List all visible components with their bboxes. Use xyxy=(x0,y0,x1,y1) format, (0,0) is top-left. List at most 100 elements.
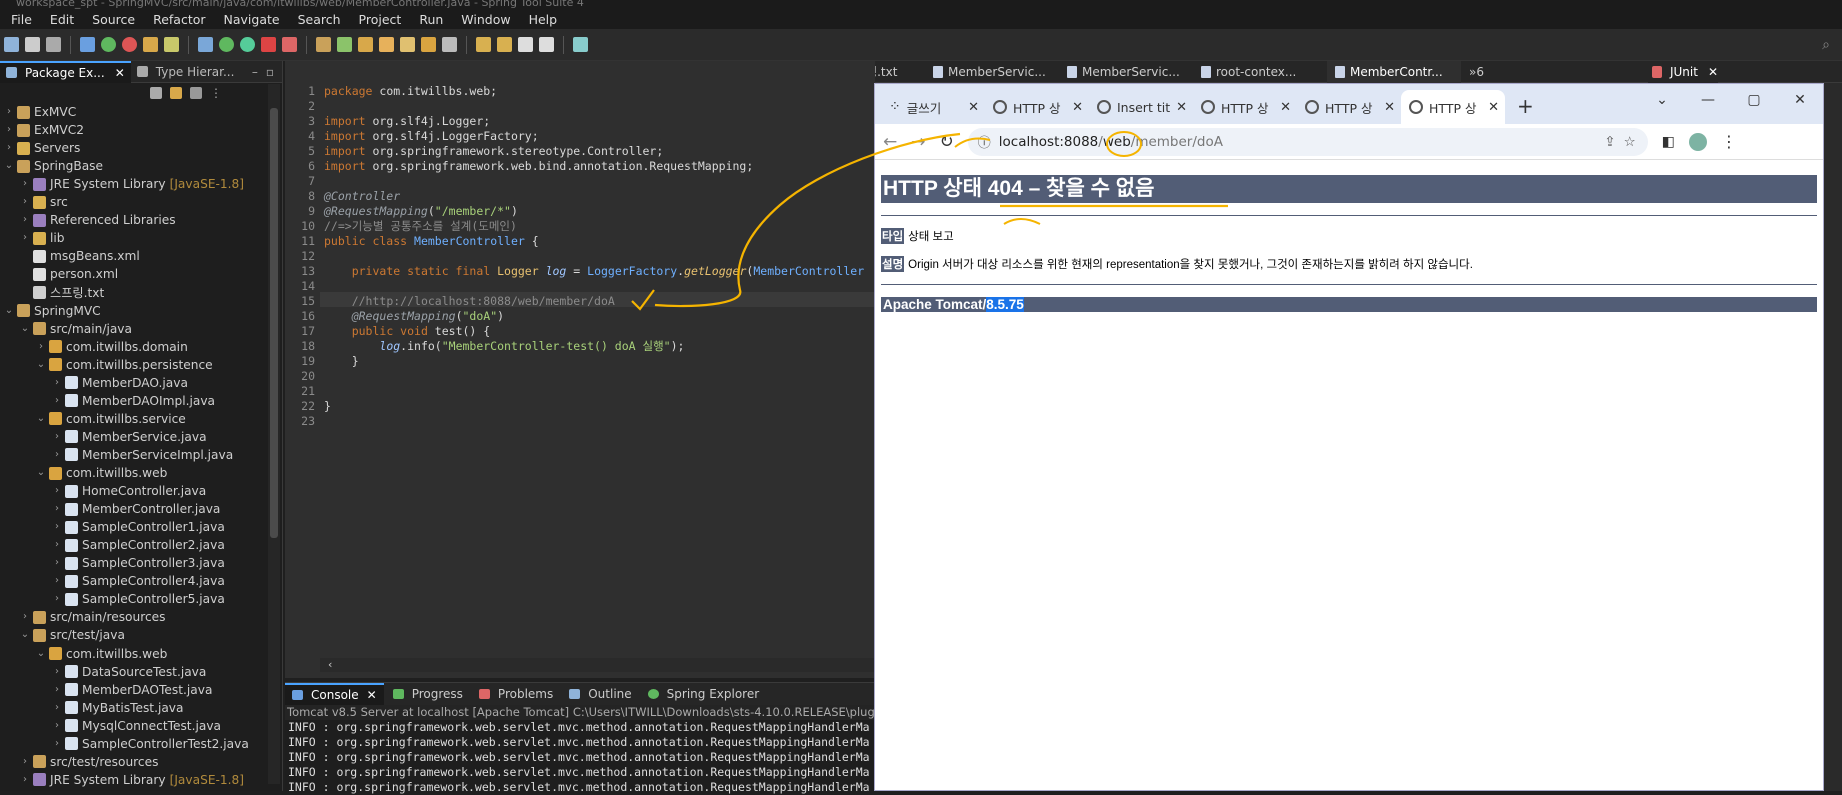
tab-search-icon[interactable]: ⌄ xyxy=(1639,92,1685,108)
expand-toggle-icon[interactable]: › xyxy=(20,211,30,229)
expand-toggle-icon[interactable]: ⌄ xyxy=(4,302,14,320)
expand-toggle-icon[interactable]: › xyxy=(52,374,62,392)
expand-toggle-icon[interactable]: › xyxy=(36,338,46,356)
view-menu-icon[interactable]: ⋮ xyxy=(210,86,222,100)
new-icon[interactable] xyxy=(4,37,19,52)
expand-toggle-icon[interactable]: › xyxy=(4,139,14,157)
expand-toggle-icon[interactable]: › xyxy=(20,753,30,771)
save-icon[interactable] xyxy=(25,37,40,52)
more-menu-icon[interactable]: ⋮ xyxy=(1721,132,1737,151)
browser-tab[interactable]: HTTP 상 ✕ xyxy=(1401,90,1505,124)
tree-item[interactable]: ⌄ com.itwillbs.web xyxy=(36,645,168,663)
tree-item[interactable]: ⌄ com.itwillbs.web xyxy=(36,464,168,482)
close-tab-icon[interactable]: ✕ xyxy=(1072,100,1083,115)
expand-toggle-icon[interactable]: › xyxy=(20,193,30,211)
close-tab-icon[interactable]: ✕ xyxy=(1280,100,1291,115)
terminal-icon[interactable] xyxy=(80,37,95,52)
open-folder-icon[interactable] xyxy=(358,37,373,52)
tab-outline[interactable]: Outline xyxy=(562,683,638,705)
expand-toggle-icon[interactable]: › xyxy=(20,229,30,247)
tab-junit[interactable]: JUnit ✕ xyxy=(1648,61,1718,83)
tree-item[interactable]: › MemberDAOImpl.java xyxy=(52,392,215,410)
menu-edit[interactable]: Edit xyxy=(41,12,83,27)
maximize-icon[interactable]: ▫ xyxy=(266,65,274,79)
menu-help[interactable]: Help xyxy=(520,12,567,27)
tree-item[interactable]: › ExMVC xyxy=(4,103,76,121)
expand-toggle-icon[interactable]: › xyxy=(52,482,62,500)
expand-toggle-icon[interactable]: › xyxy=(52,699,62,717)
expand-toggle-icon[interactable]: ⌄ xyxy=(36,645,46,663)
menu-project[interactable]: Project xyxy=(350,12,411,27)
expand-toggle-icon[interactable]: › xyxy=(52,500,62,518)
expand-toggle-icon[interactable]: › xyxy=(52,392,62,410)
expand-toggle-icon[interactable]: ⌄ xyxy=(20,320,30,338)
reload-icon[interactable]: ↻ xyxy=(940,132,954,152)
editor-tab[interactable]: MemberServic... xyxy=(1059,61,1193,83)
tab-problems[interactable]: Problems xyxy=(472,683,560,705)
tab-console[interactable]: Console ✕ xyxy=(285,683,384,705)
close-tab-icon[interactable]: ✕ xyxy=(1384,100,1395,115)
bookmark-star-icon[interactable]: ☆ xyxy=(1624,134,1636,150)
forward-icon[interactable] xyxy=(539,37,554,52)
expand-toggle-icon[interactable]: ⌄ xyxy=(4,157,14,175)
menu-source[interactable]: Source xyxy=(83,12,144,27)
expand-toggle-icon[interactable]: › xyxy=(52,572,62,590)
tree-item[interactable]: person.xml xyxy=(20,265,118,283)
menu-file[interactable]: File xyxy=(2,12,41,27)
close-tab-icon[interactable]: ✕ xyxy=(1176,100,1187,115)
tree-item[interactable]: › MyBatisTest.java xyxy=(52,699,183,717)
tree-item[interactable]: › SampleController3.java xyxy=(52,554,225,572)
explorer-scroll-thumb[interactable] xyxy=(270,108,278,538)
tree-item[interactable]: › MysqlConnectTest.java xyxy=(52,717,221,735)
scroll-left-icon[interactable]: ‹ xyxy=(328,658,332,671)
next-annotation-icon[interactable] xyxy=(497,37,512,52)
editor-tab[interactable]: MemberContr... xyxy=(1327,60,1461,83)
debug-icon[interactable] xyxy=(122,37,137,52)
minimize-button[interactable]: — xyxy=(1685,92,1731,108)
tree-item[interactable]: › SampleController4.java xyxy=(52,572,225,590)
tree-item[interactable]: › Referenced Libraries xyxy=(20,211,176,229)
tab-type-hierarchy[interactable]: Type Hierar... xyxy=(131,61,241,83)
browser-tab[interactable]: HTTP 상 ✕ xyxy=(985,90,1089,124)
menu-search[interactable]: Search xyxy=(289,12,350,27)
expand-toggle-icon[interactable]: › xyxy=(20,175,30,193)
tree-item[interactable]: ⌄ com.itwillbs.service xyxy=(36,410,186,428)
expand-toggle-icon[interactable]: › xyxy=(52,518,62,536)
menu-refactor[interactable]: Refactor xyxy=(144,12,214,27)
browser-icon[interactable] xyxy=(573,37,588,52)
tab-package-explorer[interactable]: Package Ex... ✕ xyxy=(0,60,131,83)
maximize-button[interactable]: ▢ xyxy=(1731,92,1777,108)
browser-tab[interactable]: HTTP 상 ✕ xyxy=(1193,90,1297,124)
tree-item[interactable]: › MemberServiceImpl.java xyxy=(52,446,233,464)
expand-toggle-icon[interactable]: › xyxy=(52,536,62,554)
site-info-icon[interactable]: ⓘ xyxy=(978,132,991,151)
tree-item[interactable]: › SampleController5.java xyxy=(52,590,225,608)
expand-toggle-icon[interactable]: ⌄ xyxy=(36,356,46,374)
tab-spring-explorer[interactable]: Spring Explorer xyxy=(641,683,767,705)
tree-item[interactable]: › SampleController1.java xyxy=(52,518,225,536)
previous-annotation-icon[interactable] xyxy=(476,37,491,52)
expand-toggle-icon[interactable]: ⌄ xyxy=(36,410,46,428)
expand-toggle-icon[interactable]: › xyxy=(4,103,14,121)
tree-item[interactable]: msgBeans.xml xyxy=(20,247,140,265)
browser-tab[interactable]: ⁘ 글쓰기 ✕ xyxy=(881,90,985,124)
collapse-all-icon[interactable] xyxy=(150,87,162,99)
tree-item[interactable]: › DataSourceTest.java xyxy=(52,663,206,681)
tree-item[interactable]: › MemberDAOTest.java xyxy=(52,681,212,699)
expand-toggle-icon[interactable]: › xyxy=(52,735,62,753)
edit-icon[interactable] xyxy=(400,37,415,52)
expand-toggle-icon[interactable]: ⌄ xyxy=(20,626,30,644)
new-class-icon[interactable] xyxy=(337,37,352,52)
expand-toggle-icon[interactable]: › xyxy=(52,590,62,608)
expand-toggle-icon[interactable]: ⌄ xyxy=(36,464,46,482)
open-type-icon[interactable] xyxy=(198,37,213,52)
address-bar[interactable]: ⓘ localhost:8088/web/member/doA ⇪ ☆ xyxy=(967,127,1648,156)
stop-icon[interactable] xyxy=(261,37,276,52)
editor-tab[interactable]: »6 xyxy=(1461,61,1491,83)
tree-item[interactable]: ⌄ SpringMVC xyxy=(4,302,101,320)
expand-toggle-icon[interactable]: › xyxy=(52,681,62,699)
expand-toggle-icon[interactable]: › xyxy=(52,717,62,735)
tree-item[interactable]: ⌄ com.itwillbs.persistence xyxy=(36,356,213,374)
editor-tab[interactable]: root-contex... xyxy=(1193,61,1327,83)
share-icon[interactable]: ⇪ xyxy=(1604,134,1615,150)
